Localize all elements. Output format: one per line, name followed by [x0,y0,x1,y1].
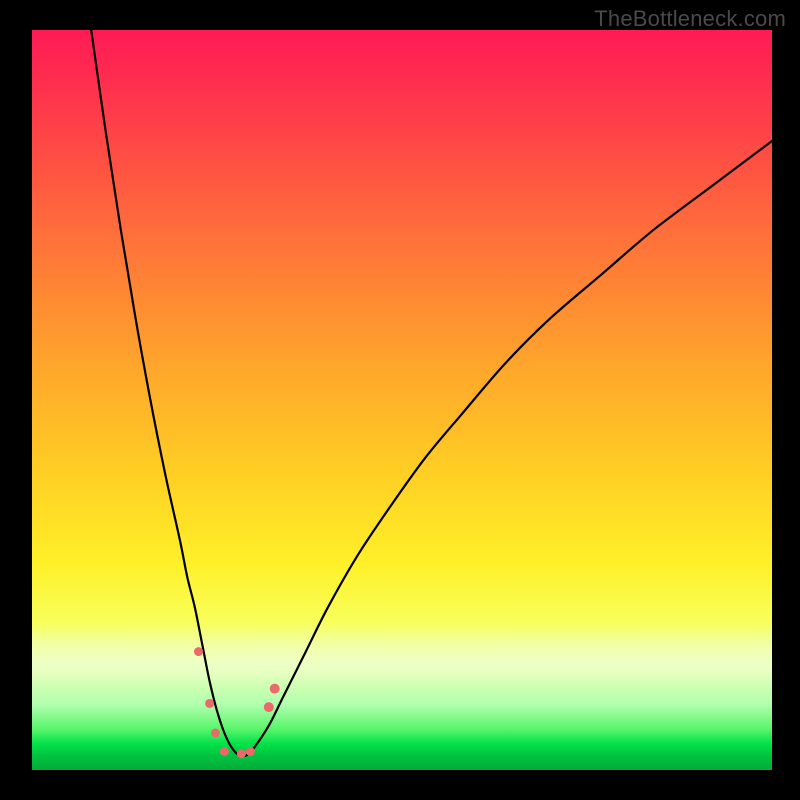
curve-marker [194,647,203,656]
plot-area [32,30,772,770]
bottleneck-curve [91,30,772,756]
chart-frame: TheBottleneck.com [0,0,800,800]
curve-marker [237,749,246,758]
watermark-text: TheBottleneck.com [594,6,786,32]
curve-marker [211,729,220,738]
curve-marker [270,684,280,694]
bottleneck-curve-svg [32,30,772,770]
curve-marker [205,699,214,708]
curve-marker [220,747,229,756]
curve-marker [246,747,255,756]
curve-marker [264,702,274,712]
